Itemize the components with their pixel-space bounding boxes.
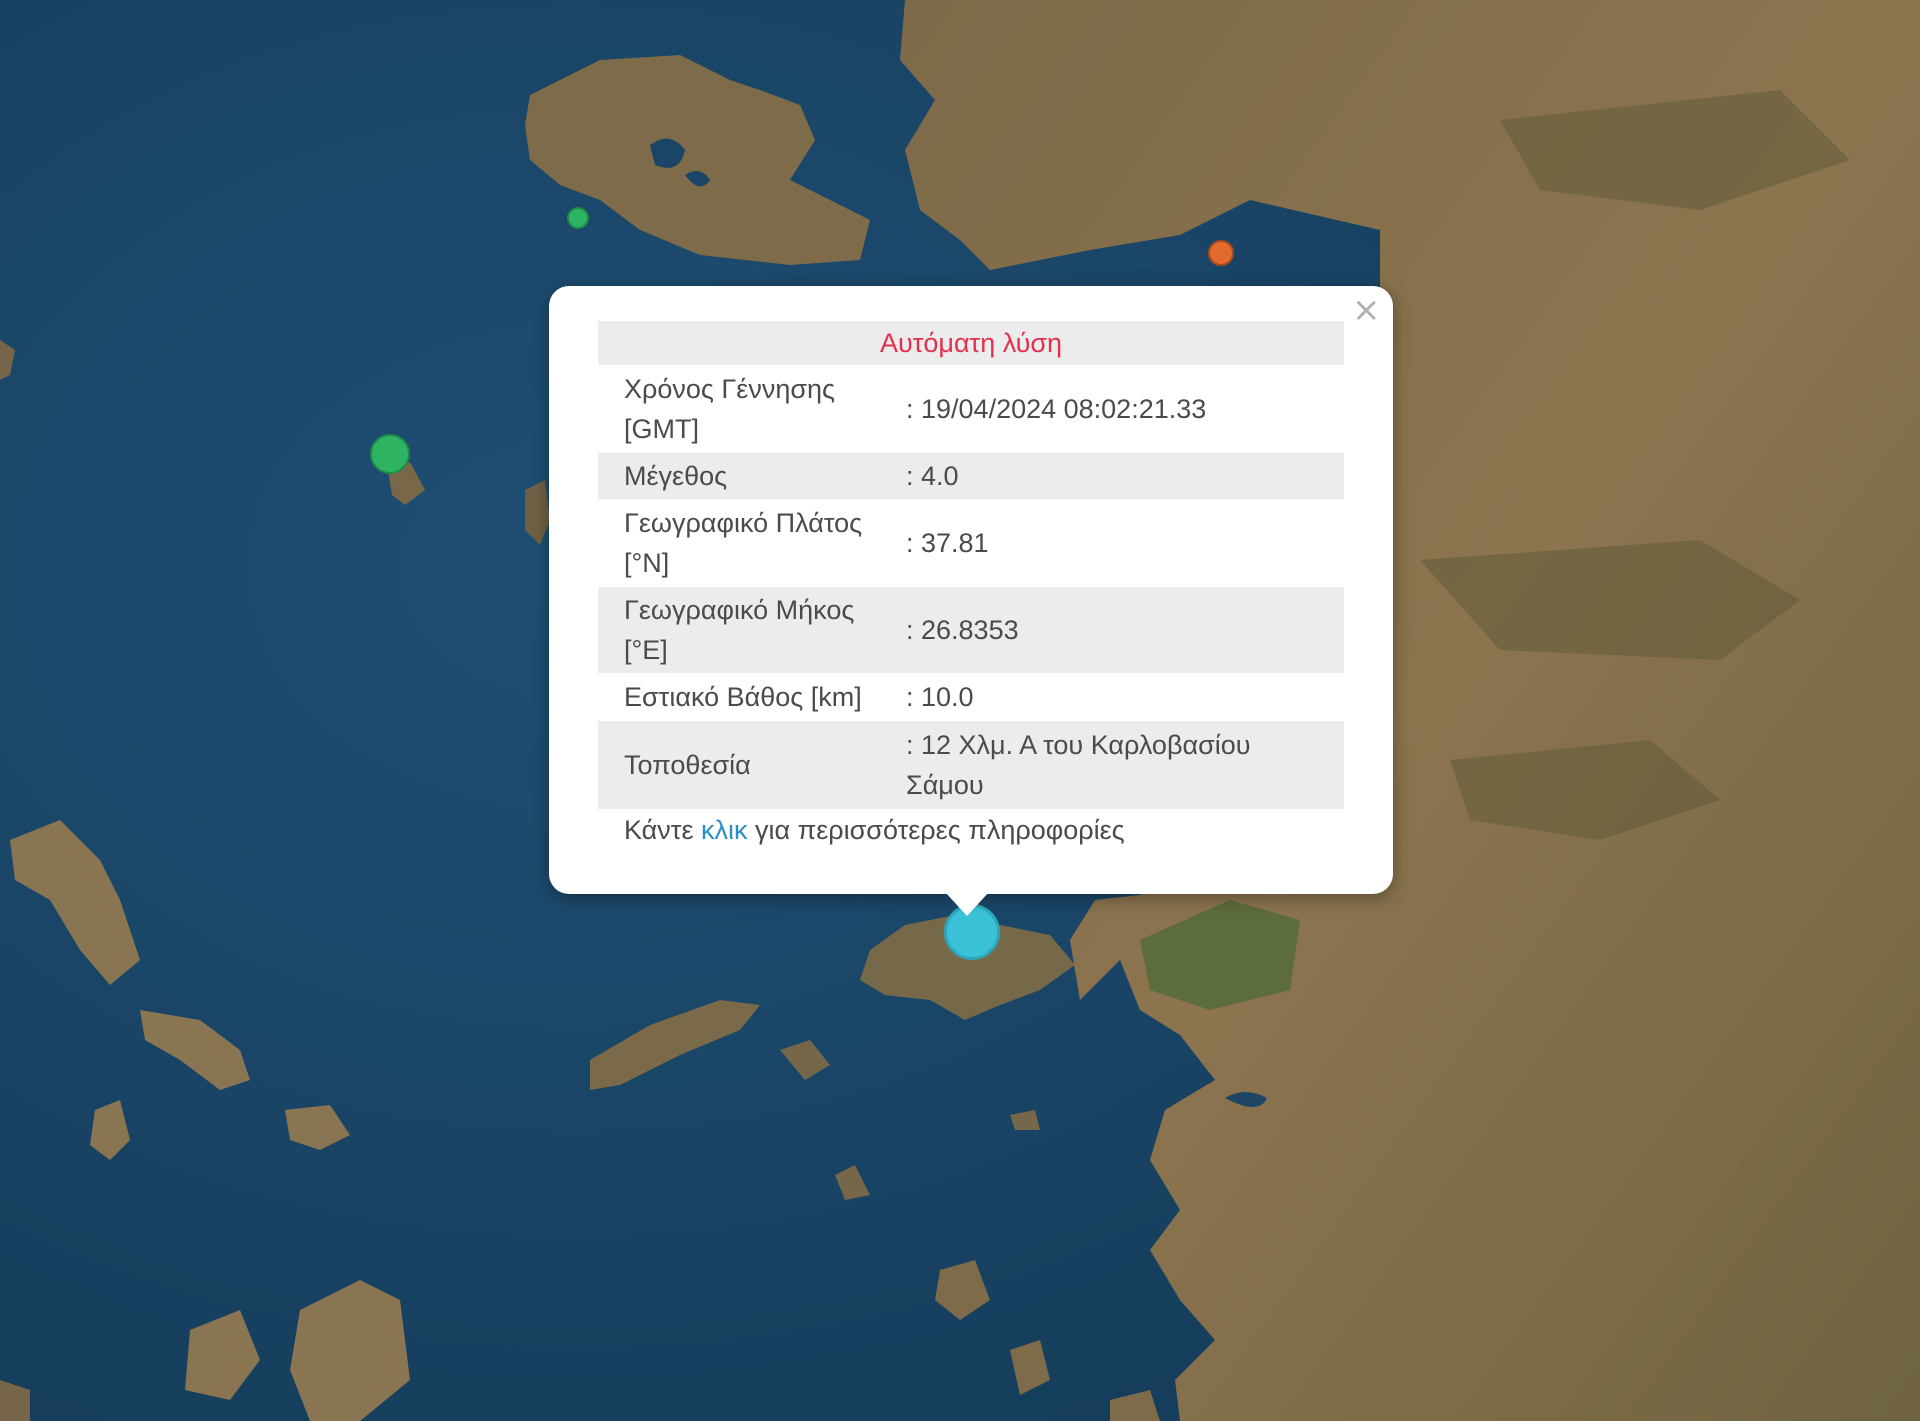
earthquake-info-table: Αυτόματη λύση Χρόνος Γέννησης [GMT] : 19/… bbox=[598, 321, 1344, 809]
row-magnitude: Μέγεθος : 4.0 bbox=[598, 453, 1344, 499]
latitude-label: Γεωγραφικό Πλάτος bbox=[624, 508, 863, 538]
location-label: Τοποθεσία bbox=[624, 750, 751, 780]
earthquake-marker-green-small[interactable] bbox=[567, 207, 589, 229]
popup-header-row: Αυτόματη λύση bbox=[598, 321, 1344, 365]
depth-label: Εστιακό Βάθος [km] bbox=[624, 682, 862, 712]
longitude-label-unit: [°E] bbox=[624, 635, 668, 665]
row-depth: Εστιακό Βάθος [km] : 10.0 bbox=[598, 673, 1344, 721]
origin-time-label: Χρόνος Γέννησης bbox=[624, 374, 836, 404]
location-value: : 12 Χλμ. Α του Καρλοβασίου bbox=[906, 730, 1251, 760]
row-location: Τοποθεσία : 12 Χλμ. Α του Καρλοβασίου Σάμ… bbox=[598, 721, 1344, 809]
location-value-line2: Σάμου bbox=[906, 770, 984, 800]
latitude-label-unit: [°N] bbox=[624, 548, 670, 578]
origin-time-value: : 19/04/2024 08:02:21.33 bbox=[906, 394, 1207, 424]
magnitude-value: : 4.0 bbox=[906, 461, 959, 491]
magnitude-label: Μέγεθος bbox=[624, 461, 728, 491]
more-info-line: Κάντε κλικ για περισσότερες πληροφορίες bbox=[624, 815, 1125, 846]
row-latitude: Γεωγραφικό Πλάτος [°N] : 37.81 bbox=[598, 499, 1344, 587]
longitude-value: : 26.8353 bbox=[906, 615, 1019, 645]
more-info-suffix: για περισσότερες πληροφορίες bbox=[747, 815, 1125, 845]
earthquake-marker-orange[interactable] bbox=[1208, 240, 1234, 266]
popup-header: Αυτόματη λύση bbox=[879, 328, 1063, 358]
popup-tip bbox=[945, 892, 989, 916]
depth-value: : 10.0 bbox=[906, 682, 974, 712]
row-longitude: Γεωγραφικό Μήκος [°E] : 26.8353 bbox=[598, 587, 1344, 673]
row-origin-time: Χρόνος Γέννησης [GMT] : 19/04/2024 08:02:… bbox=[598, 365, 1344, 453]
popup-close-icon[interactable]: × bbox=[1352, 293, 1381, 327]
latitude-value: : 37.81 bbox=[906, 528, 989, 558]
origin-time-label-unit: [GMT] bbox=[624, 414, 699, 444]
more-info-prefix: Κάντε bbox=[624, 815, 701, 845]
more-info-link[interactable]: κλικ bbox=[701, 815, 748, 845]
longitude-label: Γεωγραφικό Μήκος bbox=[624, 595, 855, 625]
earthquake-marker-green-large[interactable] bbox=[370, 434, 410, 474]
